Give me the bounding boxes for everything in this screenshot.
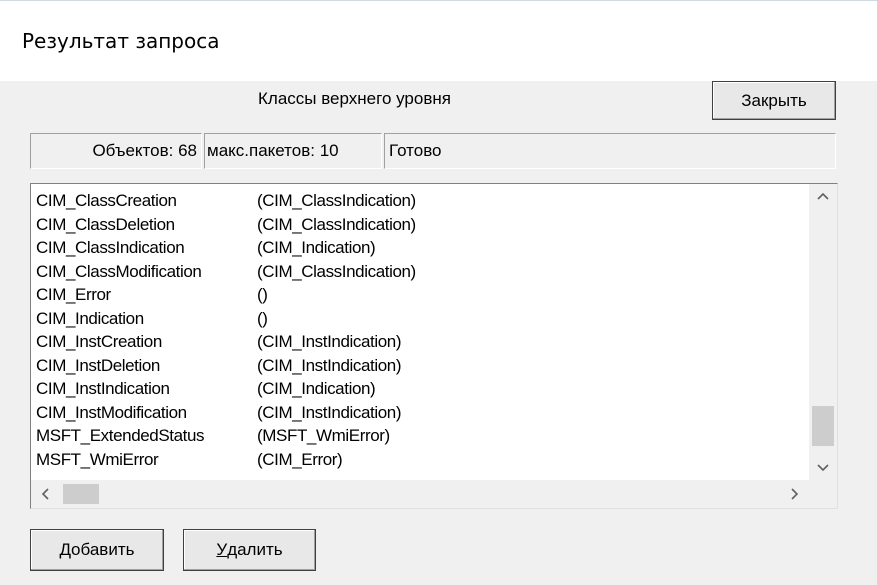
list-item[interactable]: CIM_Indication (): [36, 307, 416, 331]
class-name: CIM_Indication: [36, 308, 144, 328]
parent-class: (MSFT_WmiError): [257, 426, 390, 445]
parent-class: (CIM_InstIndication): [257, 355, 402, 375]
add-button-label: обавить: [71, 540, 135, 559]
parent-class: (): [257, 308, 268, 328]
parent-class: (CIM_ClassIndication): [257, 261, 416, 281]
chevron-left-icon[interactable]: [31, 480, 59, 508]
class-name: CIM_InstCreation: [36, 332, 162, 351]
horizontal-scroll-thumb[interactable]: [63, 484, 99, 504]
chevron-right-icon[interactable]: [781, 480, 809, 508]
add-button[interactable]: Добавить: [30, 529, 164, 571]
class-name: CIM_InstIndication: [36, 379, 170, 398]
parent-class: (CIM_Indication): [257, 379, 376, 398]
vertical-scroll-thumb[interactable]: [812, 406, 834, 446]
class-name: CIM_ClassDeletion: [36, 214, 175, 234]
parent-class: (CIM_Error): [257, 449, 343, 469]
add-button-mnemonic: Д: [59, 540, 72, 559]
parent-class: (): [257, 285, 268, 304]
class-name: MSFT_WmiError: [36, 449, 159, 469]
list-item[interactable]: CIM_ClassIndication (CIM_Indication): [36, 236, 416, 260]
title-bar: Результат запроса: [0, 0, 877, 81]
list-item[interactable]: MSFT_ExtendedStatus (MSFT_WmiError): [36, 424, 416, 448]
list-item[interactable]: CIM_ClassModification (CIM_ClassIndicatio…: [36, 260, 416, 284]
list-item[interactable]: CIM_Error (): [36, 283, 416, 307]
parent-class: (CIM_InstIndication): [257, 332, 402, 351]
vertical-scrollbar[interactable]: [809, 184, 837, 480]
parent-class: (CIM_Indication): [257, 238, 376, 257]
list-item[interactable]: CIM_InstIndication (CIM_Indication): [36, 377, 416, 401]
classes-listbox[interactable]: CIM_ClassCreation (CIM_ClassIndication) CI…: [30, 183, 838, 509]
parent-class: (CIM_InstIndication): [257, 402, 402, 422]
parent-class: (CIM_ClassIndication): [257, 214, 416, 234]
list-item[interactable]: CIM_ClassCreation (CIM_ClassIndication): [36, 189, 416, 213]
chevron-up-icon[interactable]: [809, 184, 837, 208]
classes-list: CIM_ClassCreation (CIM_ClassIndication) CI…: [36, 189, 416, 471]
list-item[interactable]: CIM_InstCreation (CIM_InstIndication): [36, 330, 416, 354]
max-packets: макс.пакетов: 10: [204, 133, 382, 169]
class-name: CIM_ClassIndication: [36, 238, 185, 257]
objects-count: Объектов: 68: [30, 133, 202, 169]
dialog-caption: Классы верхнего уровня: [258, 89, 451, 108]
close-button[interactable]: Закрыть: [712, 81, 836, 120]
class-name: CIM_ClassCreation: [36, 191, 177, 210]
class-name: MSFT_ExtendedStatus: [36, 426, 205, 445]
class-name: CIM_InstModification: [36, 402, 187, 422]
scroll-corner: [809, 480, 837, 508]
status-text: Готово: [384, 133, 836, 169]
list-item[interactable]: CIM_ClassDeletion (CIM_ClassIndication): [36, 213, 416, 237]
parent-class: (CIM_ClassIndication): [257, 191, 416, 210]
status-bar: Объектов: 68 макс.пакетов: 10 Готово: [30, 133, 836, 169]
window-title: Результат запроса: [22, 29, 220, 53]
list-item[interactable]: MSFT_WmiError (CIM_Error): [36, 448, 416, 472]
delete-button-mnemonic: У: [216, 540, 228, 559]
class-name: CIM_InstDeletion: [36, 355, 160, 375]
horizontal-scrollbar[interactable]: [31, 480, 809, 508]
list-item[interactable]: CIM_InstDeletion (CIM_InstIndication): [36, 354, 416, 378]
list-item[interactable]: CIM_InstModification (CIM_InstIndication): [36, 401, 416, 425]
class-name: CIM_ClassModification: [36, 261, 202, 281]
delete-button-label: далить: [227, 540, 283, 559]
class-name: CIM_Error: [36, 285, 111, 304]
delete-button[interactable]: Удалить: [183, 529, 316, 571]
chevron-down-icon[interactable]: [809, 456, 837, 480]
